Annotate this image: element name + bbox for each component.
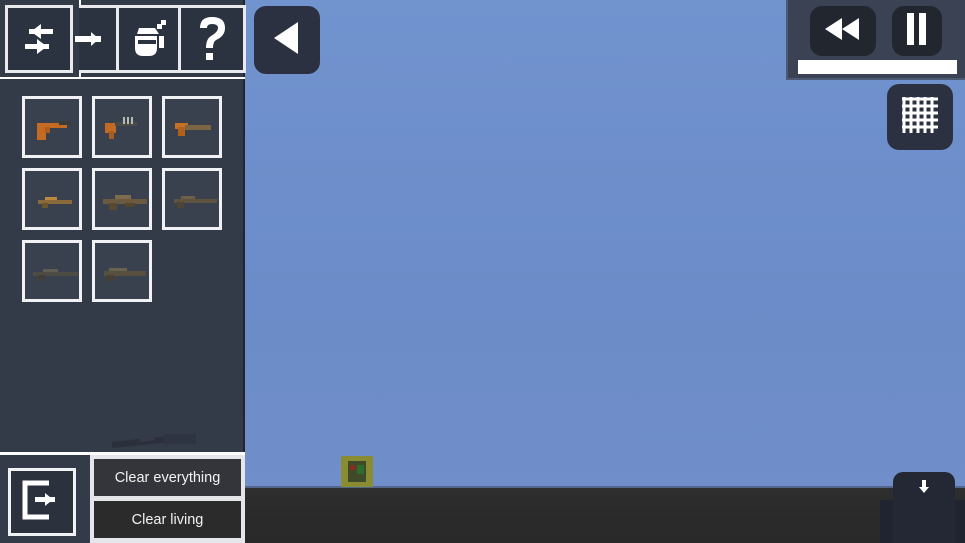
rewind-button[interactable] xyxy=(810,6,876,56)
weapon-slot-sawed-shotgun[interactable] xyxy=(162,96,222,158)
entity-eye-red xyxy=(350,465,355,470)
rewind-icon xyxy=(821,16,865,47)
rifle-preview xyxy=(111,430,202,452)
spawn-panel-button[interactable] xyxy=(893,472,955,543)
paint-tool-button[interactable] xyxy=(116,5,184,73)
exit-button[interactable] xyxy=(8,468,76,536)
paint-bucket-icon xyxy=(127,16,173,62)
swap-arrows-icon xyxy=(17,21,61,57)
entity-eye-green xyxy=(357,465,364,474)
sidebar-toolbar xyxy=(0,0,246,79)
pause-button[interactable] xyxy=(892,6,942,56)
weapon-slot-smg[interactable] xyxy=(92,96,152,158)
playback-panel xyxy=(786,0,965,80)
weapon-grid xyxy=(22,96,222,302)
exit-door-icon xyxy=(19,477,65,528)
swap-tool-button[interactable] xyxy=(5,5,73,73)
weapon-slot-carbine[interactable] xyxy=(22,168,82,230)
back-button[interactable] xyxy=(254,6,320,74)
pause-icon xyxy=(904,12,930,51)
weapon-slot-assault-rifle[interactable] xyxy=(92,168,152,230)
clear-everything-button[interactable]: Clear everything xyxy=(94,459,241,496)
triangle-left-icon xyxy=(270,19,304,62)
help-tool-button[interactable] xyxy=(178,5,246,73)
question-mark-icon xyxy=(193,15,231,63)
download-icon xyxy=(917,480,931,501)
clear-actions-panel: Clear everything Clear living xyxy=(90,455,245,543)
app-root: Clear everything Clear living xyxy=(0,0,965,543)
clear-living-button[interactable]: Clear living xyxy=(94,501,241,538)
weapon-slot-pistol[interactable] xyxy=(22,96,82,158)
grid-toggle-button[interactable] xyxy=(887,84,953,150)
timeline-slider[interactable] xyxy=(798,60,957,74)
arrow-right-icon xyxy=(74,27,113,51)
grid-icon xyxy=(900,95,940,140)
weapon-slot-battle-rifle[interactable] xyxy=(162,168,222,230)
sidebar: Clear everything Clear living xyxy=(0,0,246,543)
weapon-slot-sniper-rifle[interactable] xyxy=(22,240,82,302)
zombie-entity[interactable] xyxy=(341,456,373,487)
weapon-slot-shotgun[interactable] xyxy=(92,240,152,302)
